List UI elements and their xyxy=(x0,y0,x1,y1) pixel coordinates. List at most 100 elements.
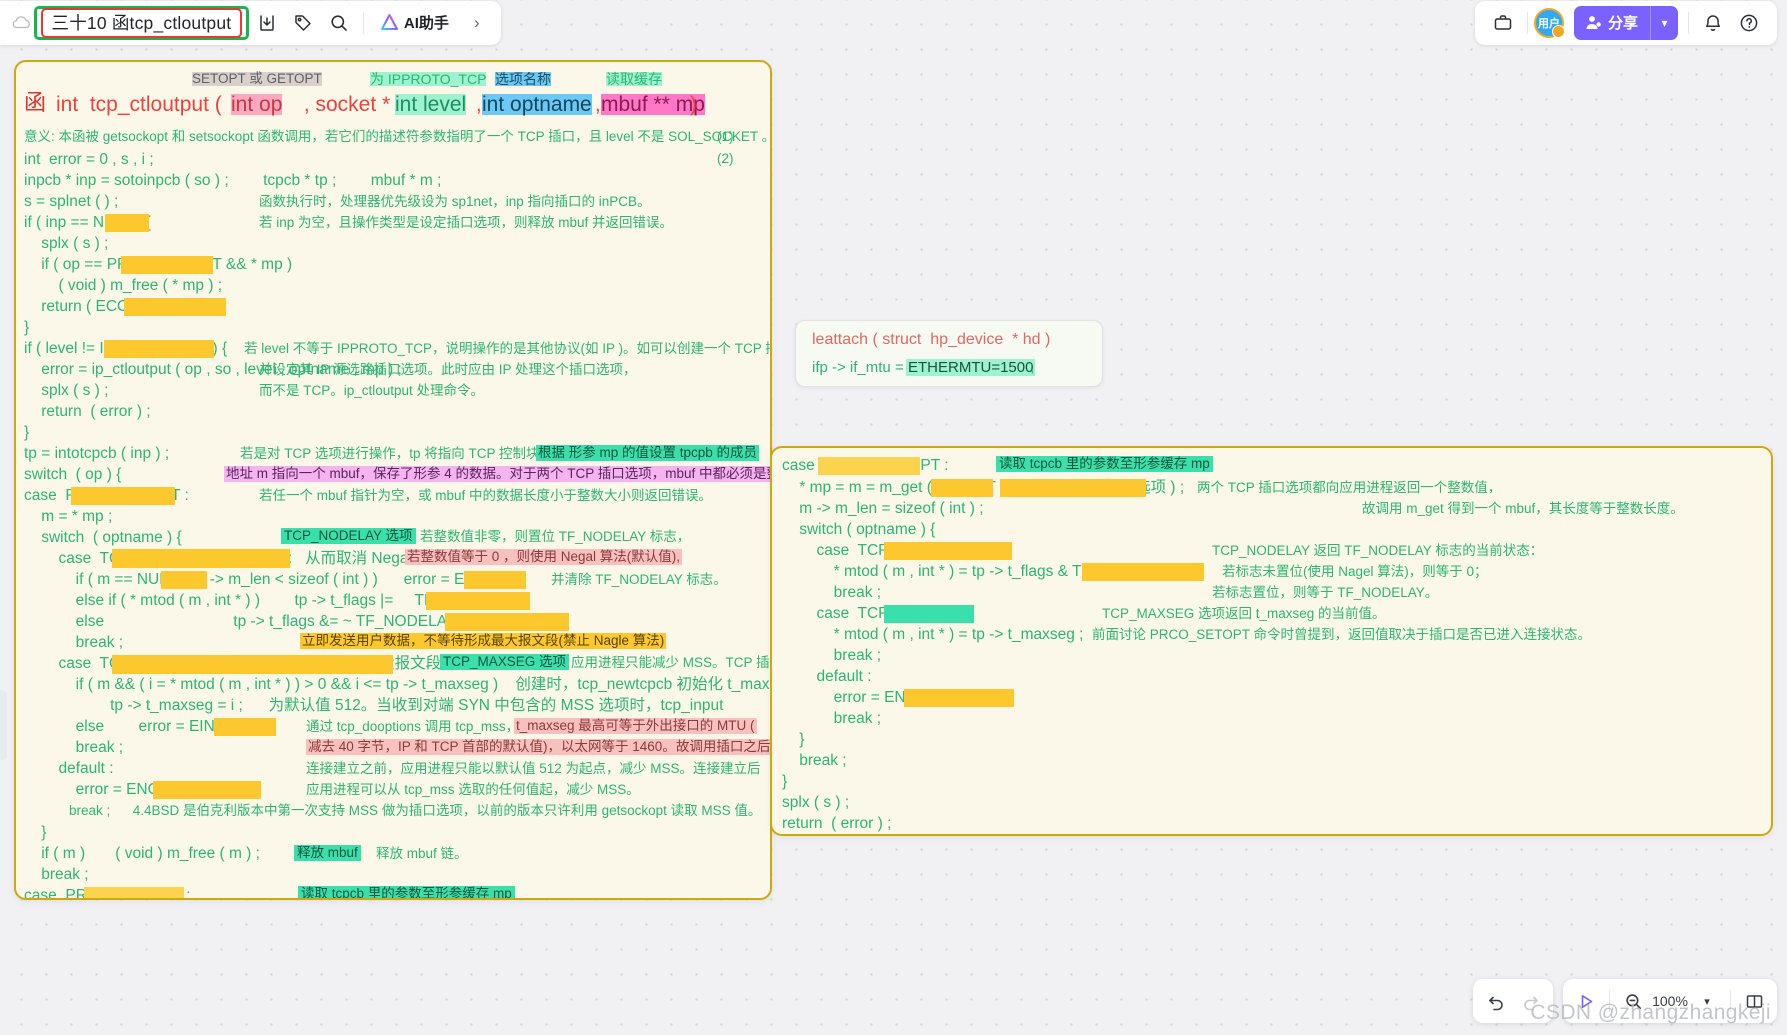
code-line: tp -> t_maxseg = i ; 为默认值 512。当收到对端 SYN … xyxy=(24,697,724,714)
code-note: 两个 TCP 插口选项都向应用进程返回一个整数值， xyxy=(1197,480,1502,495)
highlight-tcp-maxseg xyxy=(112,655,393,674)
code-card-leattach[interactable]: leattach ( struct hp_device * hd ) ifp -… xyxy=(795,320,1103,387)
toolbar-right-group: 用户 分享 ▾ xyxy=(1474,0,1777,45)
code-note: 前面讨论 PRCO_SETOPT 命令时曾提到，返回值取决于插口是否已进入连接状… xyxy=(1092,627,1592,642)
ai-assistant-button[interactable]: AI助手 xyxy=(370,6,459,40)
tag-icon[interactable] xyxy=(285,5,321,41)
code-line: splx ( s ) ; xyxy=(24,382,109,399)
toolbar-left-group: 三十10 函tcp_ctloutput AI助手 › xyxy=(0,0,501,45)
annotation-nodelay-note1: 若整数值非零，则置位 TF_NODELAY 标志， xyxy=(420,529,691,544)
zoom-out-icon[interactable] xyxy=(1616,984,1650,1018)
param-op: int op xyxy=(231,93,283,116)
note-marker: (1) xyxy=(717,129,734,144)
code-line: switch ( optname ) { xyxy=(782,521,936,538)
code-line: s = splnet ( ) ; xyxy=(24,193,119,210)
code-card-setopt[interactable]: SETOPT 或 GETOPT 为 IPPROTO_TCP 选项名称 读取缓存 … xyxy=(14,60,772,900)
download-icon[interactable] xyxy=(249,5,285,41)
label-readbuf: 读取缓存 xyxy=(606,71,662,87)
avatar[interactable]: 用户 xyxy=(1533,7,1565,38)
code-line: return ( error ) ; xyxy=(24,403,151,420)
code-line: break ; xyxy=(24,739,124,756)
code-note: 若 level 不等于 IPPROTO_TCP，说明操作的是其他协议(如 IP … xyxy=(244,341,772,356)
highlight-prco-setopt xyxy=(121,256,213,274)
annotation-break-note: 立即发送用户数据，不等待形成最大报文段(禁止 Nagle 算法) xyxy=(300,633,667,649)
layout-icon[interactable] xyxy=(1737,984,1771,1018)
code-line: } xyxy=(782,773,788,790)
code-line: inpcb * inp = sotoinpcb ( so ) ; tcpcb *… xyxy=(24,172,442,189)
ai-sparkle-icon xyxy=(380,13,399,32)
search-icon[interactable] xyxy=(321,5,357,41)
code-line: m = * mp ; xyxy=(24,508,113,525)
code-line: if ( m ) ( void ) m_free ( m ) ; xyxy=(24,845,260,862)
code-line: break ; xyxy=(782,584,882,601)
highlight-m-wait xyxy=(931,479,993,497)
code-note: 而不是 TCP。ip_ctloutput 处理命令。 xyxy=(259,383,485,398)
highlight-enoprotoopt-r xyxy=(904,689,1014,707)
code-note: 若是对 TCP 选项进行操作，tp 将指向 TCP 控制块。 xyxy=(240,446,554,461)
code-line: 意义: 本函被 getsockopt 和 setsockopt 函数调用，若它们… xyxy=(24,129,772,144)
present-icon[interactable] xyxy=(1569,984,1603,1018)
highlight-tcp-maxseg-r xyxy=(884,605,974,623)
share-person-icon xyxy=(1585,14,1602,31)
code-line: break ; xyxy=(782,710,882,727)
chevron-down-icon[interactable]: ▾ xyxy=(1690,984,1724,1018)
code-line: break ; xyxy=(24,866,89,883)
highlight-econnreset xyxy=(124,298,226,316)
label-optname: 选项名称 xyxy=(495,71,551,87)
code-line: ( void ) m_free ( * mp ) ; xyxy=(24,277,223,294)
zoom-level[interactable]: 100% xyxy=(1650,993,1690,1009)
left-panel-handle[interactable] xyxy=(0,690,7,760)
code-note: 若任一个 mbuf 指针为空，或 mbuf 中的数据长度小于整数大小则返回错误。 xyxy=(259,488,713,503)
highlight-einval-2 xyxy=(214,718,276,736)
cloud-sync-icon xyxy=(10,14,32,32)
code-line: switch ( op ) { xyxy=(24,466,122,483)
annotation-maxseg-opt: TCP_MAXSEG 选项 xyxy=(440,654,570,670)
code-line: switch ( optname ) { xyxy=(24,529,182,546)
code-line: splx ( s ) ; xyxy=(24,235,109,252)
code-line: break ; xyxy=(782,752,847,769)
param-optname: int optname xyxy=(482,93,592,116)
code-line: tp = intotcpcb ( inp ) ; xyxy=(24,445,170,462)
code-line: int error = 0 , s , i ; xyxy=(24,151,154,168)
chevron-right-icon[interactable]: › xyxy=(459,5,495,41)
share-dropdown-caret-icon[interactable]: ▾ xyxy=(1650,5,1678,40)
leattach-body-post: ; xyxy=(1026,359,1035,376)
code-line: if ( m == NULL || m -> m_len < sizeof ( … xyxy=(24,571,516,588)
annotation-mtu-note1: t_maxseg 最高可等于外出接口的 MTU ( xyxy=(514,718,757,734)
annotation-tcpcb-member: 根据 形参 mp 的值设置 tpcpb 的成员 xyxy=(536,445,760,461)
bell-icon[interactable] xyxy=(1695,5,1731,41)
signature-prefix: int tcp_ctloutput ( xyxy=(56,93,222,116)
document-title[interactable]: 三十10 函tcp_ctloutput xyxy=(40,8,243,38)
code-line: break ; xyxy=(782,647,882,664)
ai-assistant-label: AI助手 xyxy=(403,15,449,32)
highlight-mt-soopts xyxy=(1000,479,1146,497)
bottom-divider xyxy=(1609,990,1610,1012)
code-note: 若 inp 为空，且操作类型是设定插口选项，则释放 mbuf 并返回错误。 xyxy=(259,215,674,230)
code-line: } xyxy=(24,824,47,841)
bottom-divider-2 xyxy=(1730,990,1731,1012)
leattach-signature: leattach ( struct hp_device * hd ) xyxy=(812,331,1051,348)
briefcase-icon[interactable] xyxy=(1485,5,1521,41)
highlight-tf-nodelay-4r xyxy=(1082,563,1204,581)
bottom-toolbar: 100% ▾ xyxy=(1473,979,1777,1023)
signature-suffix: ) xyxy=(684,93,697,116)
toolbar-divider xyxy=(362,11,364,34)
label-setopt: SETOPT 或 GETOPT xyxy=(192,71,322,86)
share-button[interactable]: 分享 xyxy=(1573,5,1650,40)
annotation-mbuf-int: 地址 m 指向一个 mbuf，保存了形参 4 的数据。对于两个 TCP 插口选项… xyxy=(224,466,770,482)
undo-icon[interactable] xyxy=(1479,984,1513,1018)
highlight-tf-nodelay xyxy=(426,592,530,610)
code-card-getopt[interactable]: case PRCO_GETOPT : 读取 tcpcb 里的参数至形参缓存 mp… xyxy=(770,446,1773,836)
leattach-body-pre: ifp -> if_mtu = xyxy=(812,359,908,376)
history-group xyxy=(1473,979,1553,1023)
code-note: 应用进程只能减少 MSS。TCP 插口 xyxy=(571,655,772,670)
help-circle-icon[interactable] xyxy=(1731,5,1767,41)
code-line: * mtod ( m , int * ) = tp -> t_maxseg ; xyxy=(782,626,1084,643)
code-note: TCP_NODELAY 返回 TF_NODELAY 标志的当前状态： xyxy=(1212,543,1544,558)
highlight-prco-getopt-r xyxy=(818,457,920,475)
annotation-mtu-note2: 减去 40 字节，IP 和 TCP 首部的默认值)，以太网等于 1460。故调用… xyxy=(306,739,770,755)
function-marker: 函 xyxy=(24,90,47,115)
code-line: } xyxy=(24,424,30,441)
redo-icon[interactable] xyxy=(1513,984,1547,1018)
highlight-enoprotoopt xyxy=(153,781,261,799)
